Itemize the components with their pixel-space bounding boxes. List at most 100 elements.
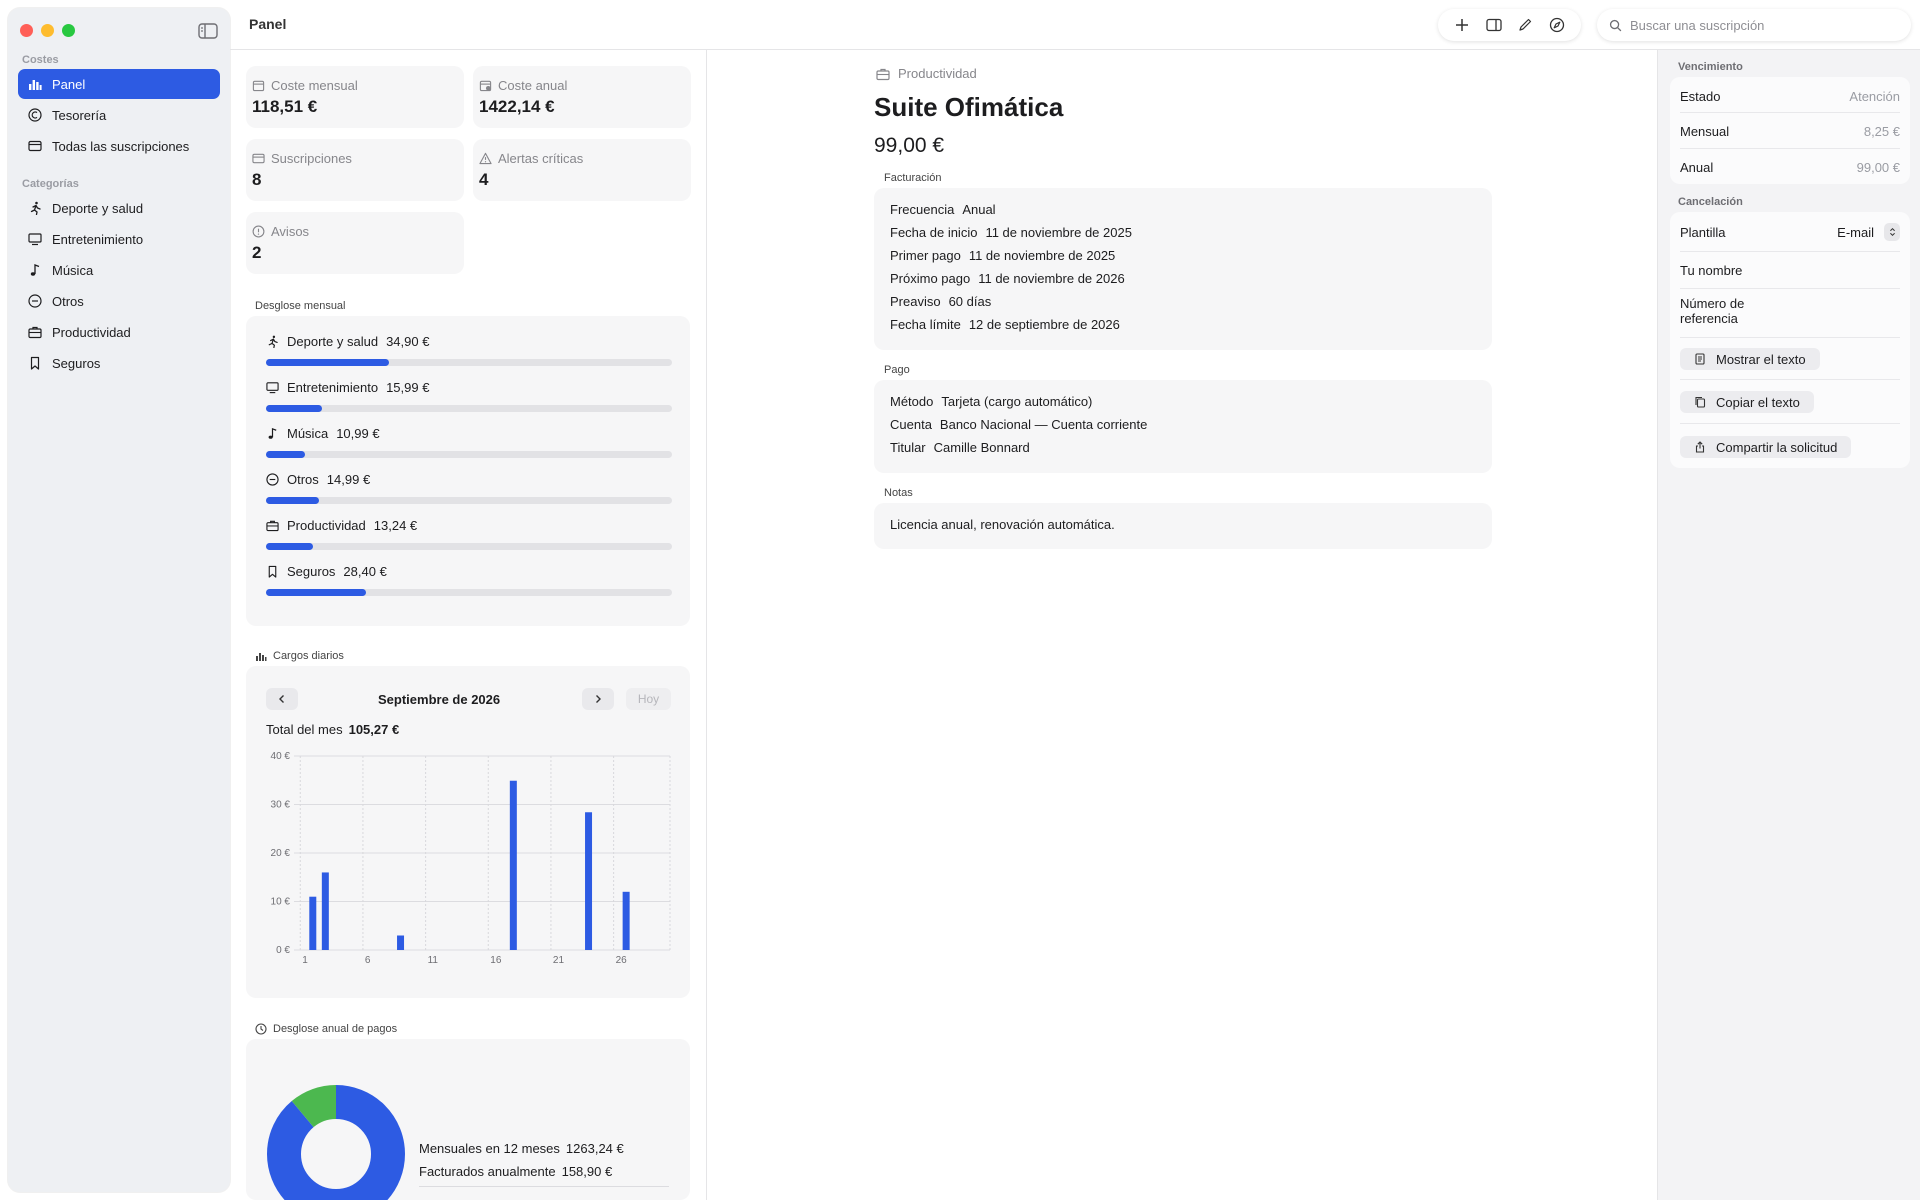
breakdown-card: Deporte y salud 34,90 € Entretenimiento 15,… xyxy=(246,316,690,626)
document-icon xyxy=(1695,353,1705,365)
y-tick-label: 0 € xyxy=(276,945,290,956)
cancel-card: Plantilla E-mail Tu nombre Número de ref… xyxy=(1670,212,1910,468)
sidebar-item-label: Tesorería xyxy=(52,107,107,123)
breakdown-label: Entretenimiento xyxy=(287,380,379,395)
detail-row-value: Tarjeta (cargo automático) xyxy=(941,394,1093,409)
chart-bar xyxy=(397,935,405,950)
breakdown-bar-fill xyxy=(266,405,323,412)
breakdown-amount: 28,40 € xyxy=(343,564,387,579)
status-value: Atención xyxy=(1849,88,1900,104)
card-icon xyxy=(252,153,265,164)
stat-subscriptions: Suscripciones 8 xyxy=(246,139,464,201)
separator xyxy=(1680,423,1900,424)
breakdown-amount: 15,99 € xyxy=(386,380,430,395)
yearly-row: Anual 99,00 € xyxy=(1680,158,1900,176)
breakdown-label: Seguros xyxy=(287,564,336,579)
daily-bar-chart: 0 €10 €20 €30 €40 €1 6 11 16 21 26 xyxy=(271,751,671,966)
reference-row[interactable]: Número de referencia xyxy=(1680,296,1900,330)
sidebar-item-label: Otros xyxy=(52,293,84,309)
breakdown-bar-fill xyxy=(266,451,305,458)
name-row[interactable]: Tu nombre xyxy=(1680,260,1900,280)
template-label: Plantilla xyxy=(1680,224,1726,240)
month-total-value: 105,27 € xyxy=(348,722,400,737)
chart-bar xyxy=(321,872,329,950)
detail-row-key: Titular xyxy=(890,440,926,455)
sidebar-toggle-icon[interactable] xyxy=(198,23,218,39)
billing-label: Facturación xyxy=(884,172,942,184)
breakdown-bar-track xyxy=(266,451,672,458)
sidebar-item-label: Panel xyxy=(52,76,86,92)
breakdown-bar-track xyxy=(266,405,672,412)
today-button[interactable]: Hoy xyxy=(626,688,671,710)
sidebar-item-panel[interactable]: Panel xyxy=(18,69,220,99)
detail-row-key: Frecuencia xyxy=(890,202,955,217)
sidebar-item-sports[interactable]: Deporte y salud xyxy=(18,193,220,223)
breakdown-label: Música xyxy=(287,426,329,441)
search-icon xyxy=(1609,19,1622,31)
billing-group: Frecuencia Anual Fecha de inicio 11 de novi… xyxy=(874,188,1492,350)
sidebar-item-all-subscriptions[interactable]: Todas las suscripciones xyxy=(18,131,220,161)
share-request-button[interactable]: Compartir la solicitud xyxy=(1680,436,1852,458)
detail-row-value: Banco Nacional — Cuenta corriente xyxy=(939,417,1148,432)
breakdown-row: Deporte y salud 34,90 € xyxy=(266,334,672,366)
edit-pencil-icon[interactable] xyxy=(1517,17,1533,33)
prev-month-button[interactable] xyxy=(266,688,298,710)
add-icon[interactable] xyxy=(1454,17,1470,33)
month-title: Septiembre de 2026 xyxy=(378,692,501,707)
search-field[interactable] xyxy=(1597,9,1911,41)
minimize-window-button[interactable] xyxy=(41,24,54,37)
stat-label: Coste mensual xyxy=(271,78,358,93)
breakdown-amount: 34,90 € xyxy=(386,334,430,349)
template-select[interactable]: E-mail xyxy=(1837,223,1900,241)
music-note-icon xyxy=(30,264,40,276)
breakdown-bar-track xyxy=(266,543,672,550)
stat-label: Alertas críticas xyxy=(498,151,584,166)
breakdown-row: Productividad 13,24 € xyxy=(266,518,672,550)
sidebar-item-treasury[interactable]: Tesorería xyxy=(18,100,220,130)
breakdown-bar-track xyxy=(266,359,672,366)
separator xyxy=(1680,148,1900,149)
template-value: E-mail xyxy=(1837,224,1874,240)
copy-text-button[interactable]: Copiar el texto xyxy=(1680,391,1814,413)
yearly-label: Anual xyxy=(1680,159,1714,175)
minus-circle-icon xyxy=(266,473,279,486)
sidebar-item-entertainment[interactable]: Entretenimiento xyxy=(18,224,220,254)
x-tick-label: 1 xyxy=(302,955,308,966)
sidebar-item-others[interactable]: Otros xyxy=(18,286,220,316)
annual-card: Mensuales en 12 meses 1263,24 € Facturado… xyxy=(246,1039,690,1200)
sidebar-item-music[interactable]: Música xyxy=(18,255,220,285)
detail-row-value: Camille Bonnard xyxy=(933,440,1030,455)
stat-label: Avisos xyxy=(271,224,310,239)
sidebar-section-costs: Costes xyxy=(22,54,59,66)
payment-group: Método Tarjeta (cargo automático) Cuenta Ba… xyxy=(874,380,1492,473)
annual-monthly-line: Mensuales en 12 meses 1263,24 € xyxy=(419,1141,624,1156)
show-text-label: Mostrar el texto xyxy=(1716,351,1806,367)
sidebar-item-productivity[interactable]: Productividad xyxy=(18,317,220,347)
inspector-toggle-icon[interactable] xyxy=(1485,17,1502,33)
yearly-value: 99,00 € xyxy=(1856,159,1900,175)
x-tick-label: 11 xyxy=(428,955,439,966)
sidebar-section-categories: Categorías xyxy=(22,178,79,190)
warning-triangle-icon xyxy=(479,152,492,165)
close-window-button[interactable] xyxy=(20,24,33,37)
chart-bar xyxy=(585,812,593,950)
tv-icon xyxy=(28,233,42,246)
share-request-label: Compartir la solicitud xyxy=(1716,439,1838,455)
detail-row: Preaviso 60 días xyxy=(890,290,1476,313)
compass-icon[interactable] xyxy=(1549,17,1565,33)
y-tick-label: 40 € xyxy=(271,751,291,762)
monthly-value: 8,25 € xyxy=(1863,123,1900,139)
payment-label: Pago xyxy=(884,364,910,376)
show-text-button[interactable]: Mostrar el texto xyxy=(1680,348,1820,370)
card-icon xyxy=(28,140,42,152)
next-month-button[interactable] xyxy=(582,688,614,710)
breakdown-bar-fill xyxy=(266,497,319,504)
breakdown-label: Deporte y salud xyxy=(287,334,379,349)
bookmark-icon xyxy=(268,565,277,578)
zoom-window-button[interactable] xyxy=(62,24,75,37)
breakdown-bar-track xyxy=(266,589,672,596)
detail-row: Frecuencia Anual xyxy=(890,198,1476,221)
breakdown-amount: 13,24 € xyxy=(373,518,418,533)
sidebar-item-insurance[interactable]: Seguros xyxy=(18,348,220,378)
search-input[interactable] xyxy=(1630,17,1890,33)
